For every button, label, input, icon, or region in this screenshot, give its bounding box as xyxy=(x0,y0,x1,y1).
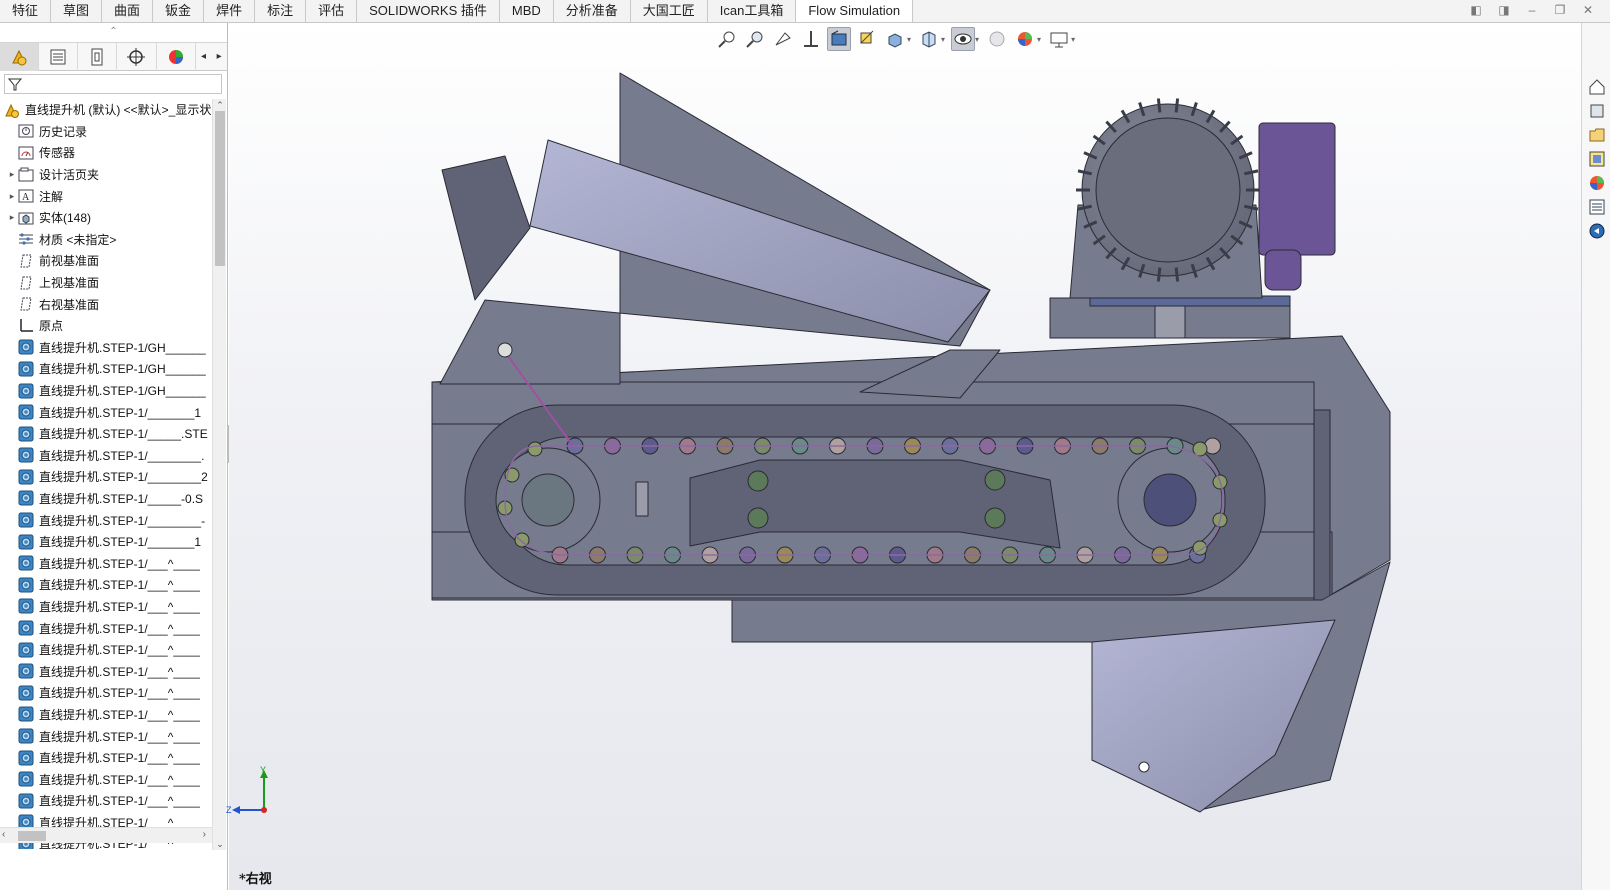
guide-roller xyxy=(747,470,769,492)
guide-roller xyxy=(984,469,1006,491)
edit-appearance-icon[interactable] xyxy=(951,27,976,51)
motor-fin xyxy=(1174,98,1180,113)
drive-sprocket-hub xyxy=(521,473,575,527)
scene-icon[interactable] xyxy=(1013,27,1037,51)
dynamic-annotation-icon[interactable] xyxy=(827,27,851,51)
apply-scene-icon[interactable] xyxy=(985,27,1009,51)
zoom-to-fit-icon[interactable] xyxy=(715,27,739,51)
rod-pivot xyxy=(497,342,513,358)
end-plate xyxy=(1313,409,1331,601)
solidworks-forum-icon[interactable] xyxy=(1585,219,1609,243)
reference-triad: Y Z xyxy=(226,766,268,815)
tension-slot xyxy=(635,481,649,517)
chain-roller xyxy=(527,441,543,457)
heads-up-view-toolbar: ▾ ▾ ▾ ▾ ▾ xyxy=(715,26,1077,52)
solidworks-resources-icon[interactable] xyxy=(1585,75,1609,99)
display-style-dropdown-icon[interactable]: ▾ xyxy=(907,35,911,44)
solidworks-window: 特征 草图 曲面 钣金 焊件 标注 评估 SOLIDWORKS 插件 MBD 分析准备 大国工匠 Ic… xyxy=(0,0,1610,890)
hide-show-items-icon[interactable] xyxy=(917,27,941,51)
triad-z-label: Z xyxy=(226,805,232,815)
previous-view-icon[interactable] xyxy=(771,27,795,51)
hide-show-dropdown-icon[interactable]: ▾ xyxy=(941,35,945,44)
view-settings-dropdown-icon[interactable]: ▾ xyxy=(1071,35,1075,44)
motor-fin xyxy=(1156,267,1162,282)
motor-fin xyxy=(1174,267,1180,282)
custom-properties-icon[interactable] xyxy=(1585,195,1609,219)
zoom-area-icon[interactable] xyxy=(743,27,767,51)
scene-dropdown-icon[interactable]: ▾ xyxy=(1037,35,1041,44)
triad-y-label: Y xyxy=(260,766,266,775)
appearances-scenes-icon[interactable] xyxy=(1585,171,1609,195)
view-orientation-icon[interactable] xyxy=(855,27,879,51)
display-style-icon[interactable] xyxy=(883,27,907,51)
view-palette-icon[interactable] xyxy=(1585,147,1609,171)
appearance-dropdown-icon[interactable]: ▾ xyxy=(975,35,979,44)
tail-sprocket-hub xyxy=(1143,473,1197,527)
motor-fin xyxy=(1156,98,1162,113)
motor-face xyxy=(1095,117,1241,263)
view-settings-icon[interactable] xyxy=(1047,27,1071,51)
conveyor-model[interactable] xyxy=(0,0,1581,890)
guide-roller xyxy=(984,507,1006,529)
close-icon[interactable]: ✕ xyxy=(1580,2,1596,18)
gearbox-foot xyxy=(1264,249,1302,291)
design-library-icon[interactable] xyxy=(1585,99,1609,123)
current-view-label: *右视 xyxy=(239,872,272,887)
section-view-icon[interactable] xyxy=(799,27,823,51)
discharge-bolt xyxy=(1138,761,1150,773)
guide-roller xyxy=(747,507,769,529)
feed-chute xyxy=(441,155,531,301)
task-pane xyxy=(1581,23,1610,890)
base-shaft xyxy=(1154,305,1186,339)
file-explorer-icon[interactable] xyxy=(1585,123,1609,147)
gearbox xyxy=(1258,122,1336,256)
